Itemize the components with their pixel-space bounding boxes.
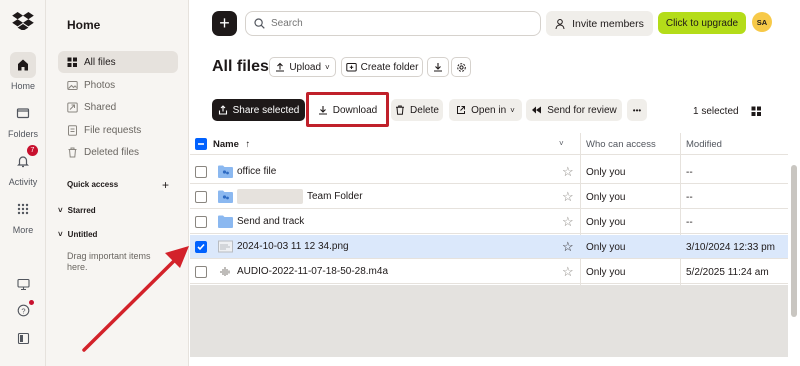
annotation-arrow-icon (82, 246, 189, 352)
